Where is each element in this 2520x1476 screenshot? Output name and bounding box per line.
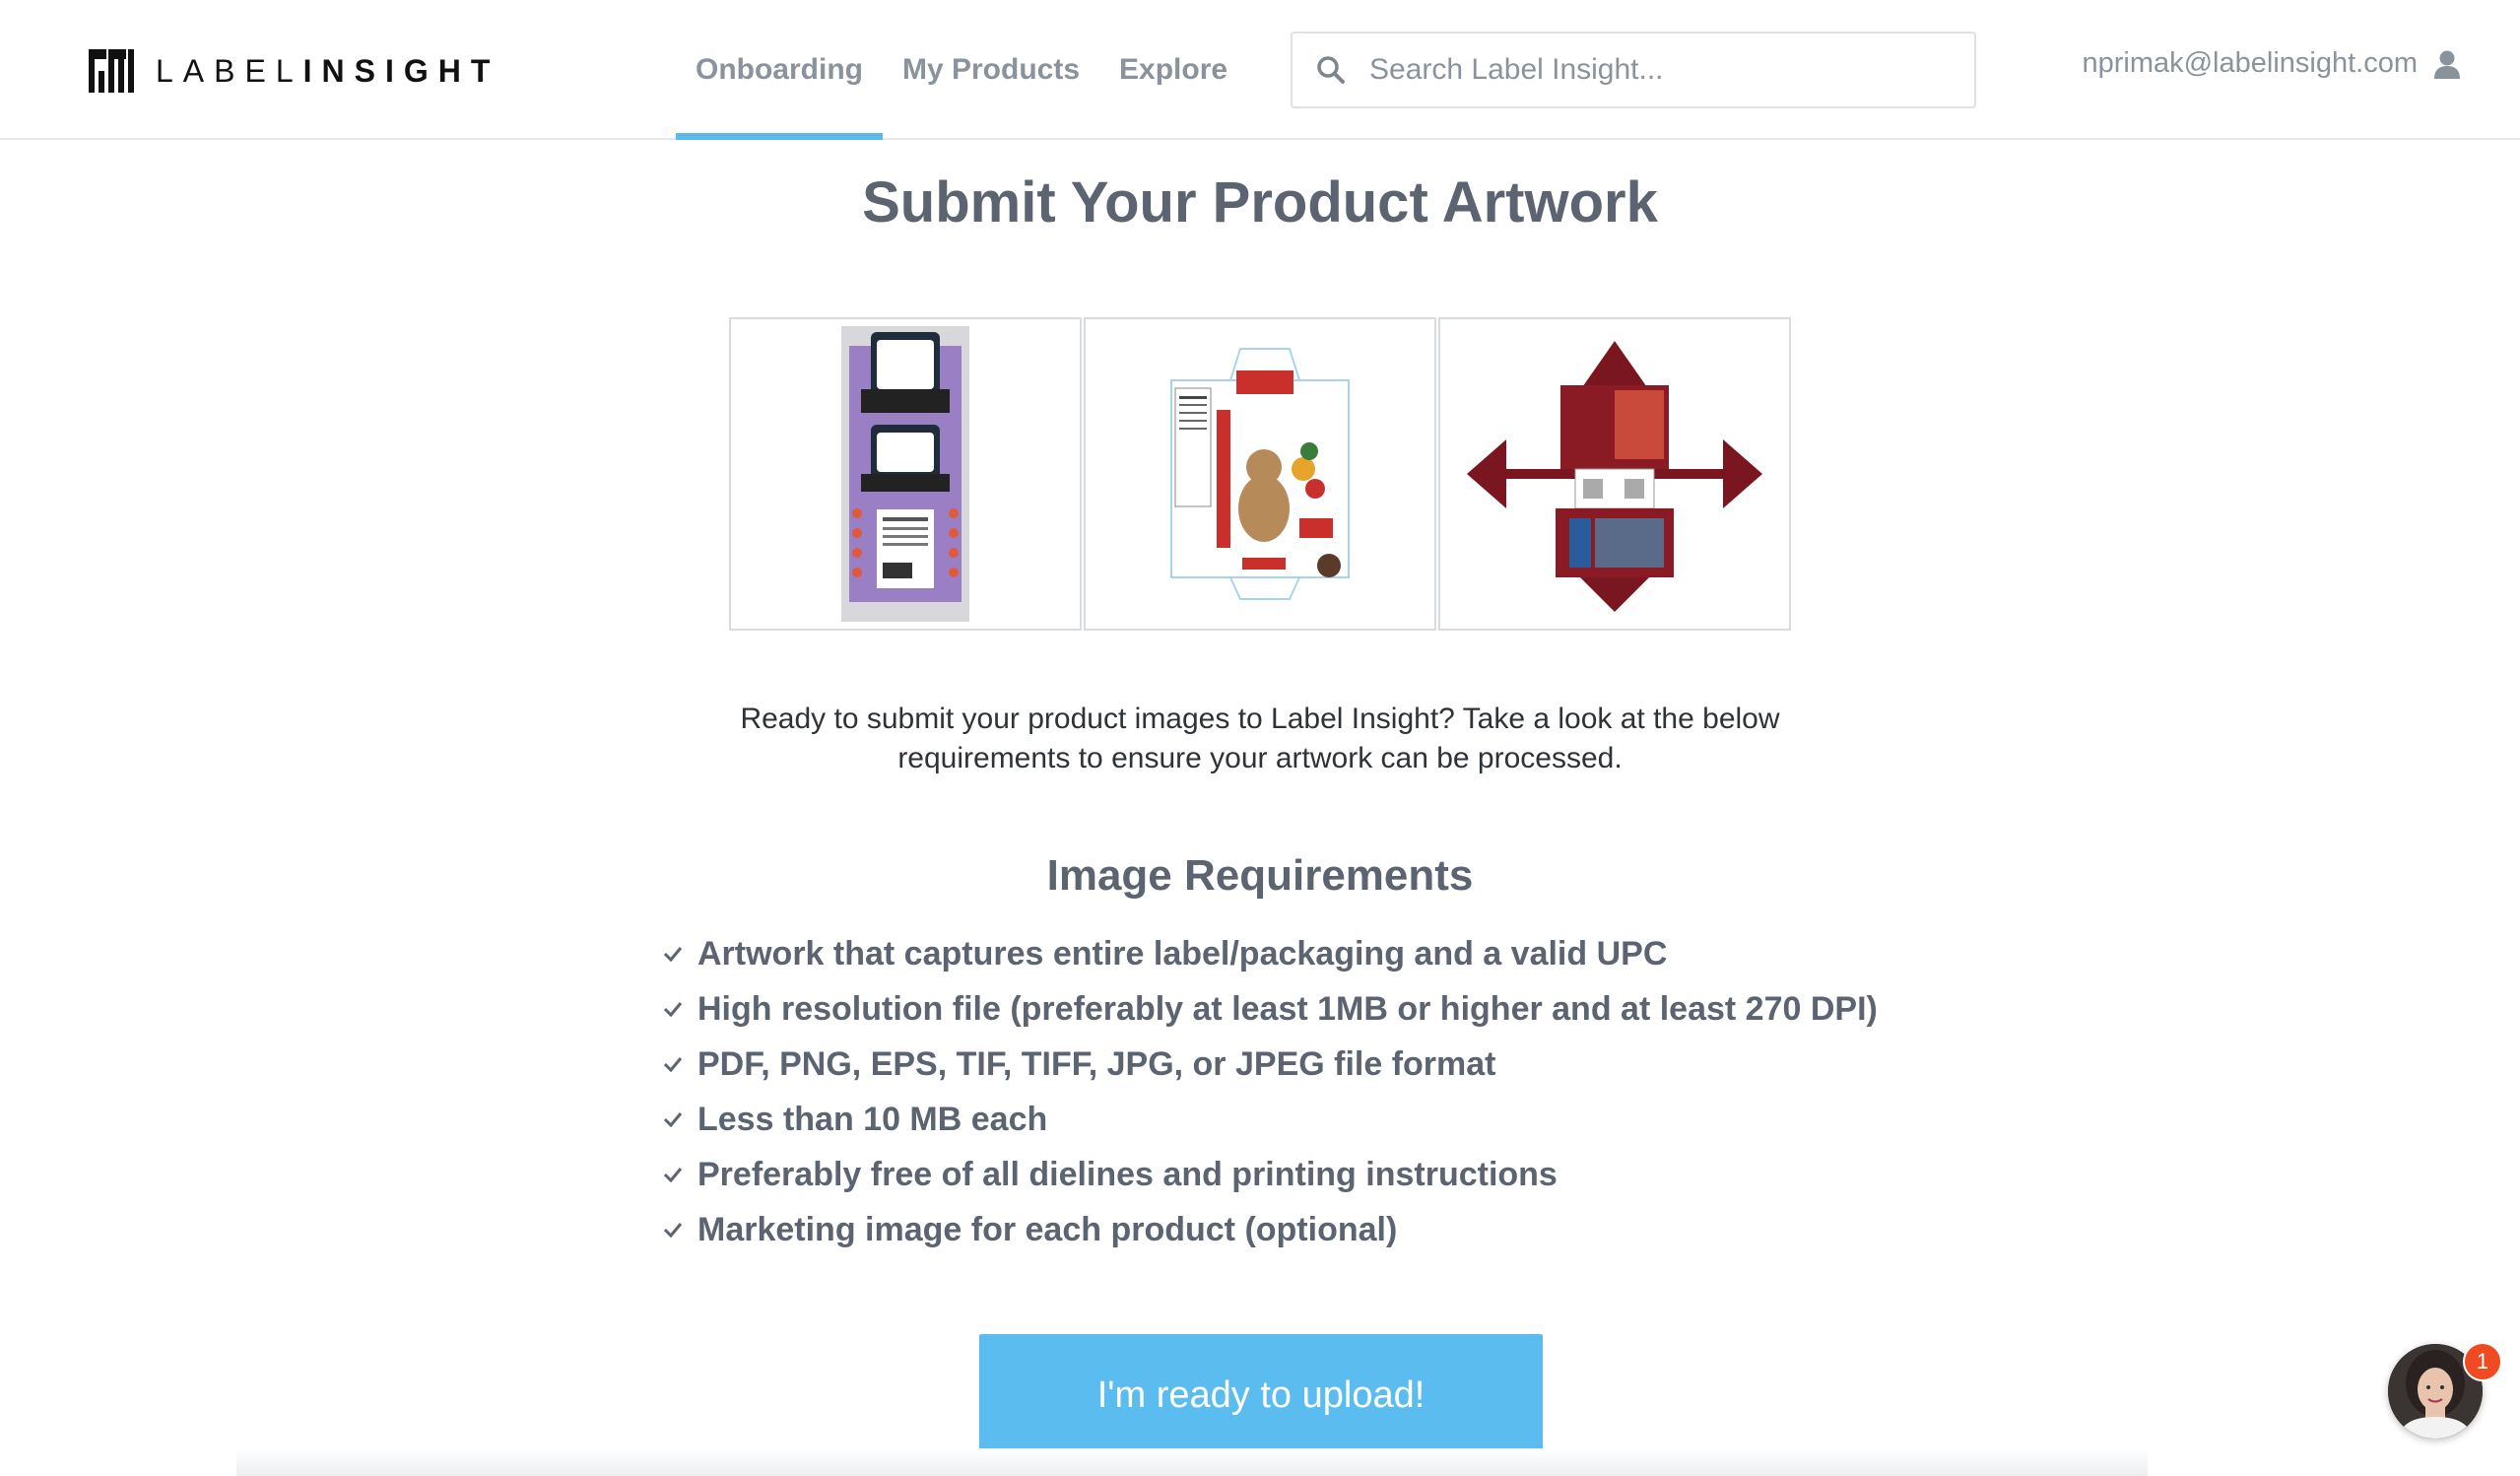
checkmark-icon	[663, 1112, 683, 1128]
requirement-text: High resolution file (preferably at leas…	[697, 989, 1878, 1028]
requirement-item: PDF, PNG, EPS, TIF, TIFF, JPG, or JPEG f…	[662, 1037, 1878, 1092]
checkmark-icon	[663, 1002, 683, 1018]
example-thumbnail-3	[1438, 317, 1791, 631]
search-icon	[1317, 56, 1345, 84]
logo-mark-icon	[89, 49, 134, 93]
example-thumbnail-2	[1084, 317, 1436, 631]
nav-explore[interactable]: Explore	[1099, 0, 1247, 140]
label-insight-logo[interactable]: LABELINSIGHT	[89, 49, 499, 93]
checkmark-icon	[663, 947, 683, 963]
requirement-text: PDF, PNG, EPS, TIF, TIFF, JPG, or JPEG f…	[697, 1044, 1496, 1083]
checkmark-icon	[663, 1168, 683, 1183]
requirement-text: Marketing image for each product (option…	[697, 1210, 1398, 1248]
requirement-text: Preferably free of all dielines and prin…	[697, 1155, 1558, 1193]
red-box-dieline-artwork	[1467, 341, 1762, 612]
logo-text-light: LABEL	[156, 52, 303, 89]
search-input[interactable]	[1367, 52, 1943, 88]
intro-text: Ready to submit your product images to L…	[0, 700, 2520, 778]
checkmark-icon	[663, 1223, 683, 1239]
requirement-item: Artwork that captures entire label/packa…	[662, 926, 1878, 981]
example-thumbnail-1	[729, 317, 1082, 631]
intro-line-1: Ready to submit your product images to L…	[740, 703, 1780, 735]
requirement-item: Preferably free of all dielines and prin…	[662, 1147, 1878, 1202]
logo-text-bold: INSIGHT	[302, 52, 500, 89]
artwork-examples	[729, 317, 1793, 631]
requirement-text: Less than 10 MB each	[697, 1100, 1048, 1138]
user-icon	[2434, 50, 2460, 79]
marzipan-box-dieline-artwork	[1170, 348, 1350, 600]
search-box[interactable]	[1291, 32, 1976, 108]
user-menu[interactable]: nprimak@labelinsight.com	[2082, 47, 2461, 80]
ready-to-upload-button[interactable]: I'm ready to upload!	[979, 1334, 1543, 1456]
nav-my-products[interactable]: My Products	[883, 0, 1099, 140]
requirement-item: Less than 10 MB each	[662, 1092, 1878, 1147]
top-header: LABELINSIGHT Onboarding My Products Expl…	[0, 0, 2520, 140]
requirement-item: Marketing image for each product (option…	[662, 1202, 1878, 1257]
intro-line-2: requirements to ensure your artwork can …	[897, 742, 1623, 774]
gluten-free-package-artwork	[841, 326, 969, 622]
nav-onboarding[interactable]: Onboarding	[676, 0, 883, 140]
requirement-item: High resolution file (preferably at leas…	[662, 981, 1878, 1037]
page-title: Submit Your Product Artwork	[862, 170, 1658, 235]
main-nav: Onboarding My Products Explore	[676, 0, 1247, 140]
requirements-list: Artwork that captures entire label/packa…	[662, 926, 1878, 1257]
checkmark-icon	[663, 1057, 683, 1073]
bottom-shadow-divider	[236, 1448, 2148, 1476]
notification-badge: 1	[2463, 1342, 2502, 1381]
requirement-text: Artwork that captures entire label/packa…	[697, 934, 1668, 973]
requirements-title: Image Requirements	[1046, 851, 1474, 900]
user-email: nprimak@labelinsight.com	[2082, 47, 2418, 79]
